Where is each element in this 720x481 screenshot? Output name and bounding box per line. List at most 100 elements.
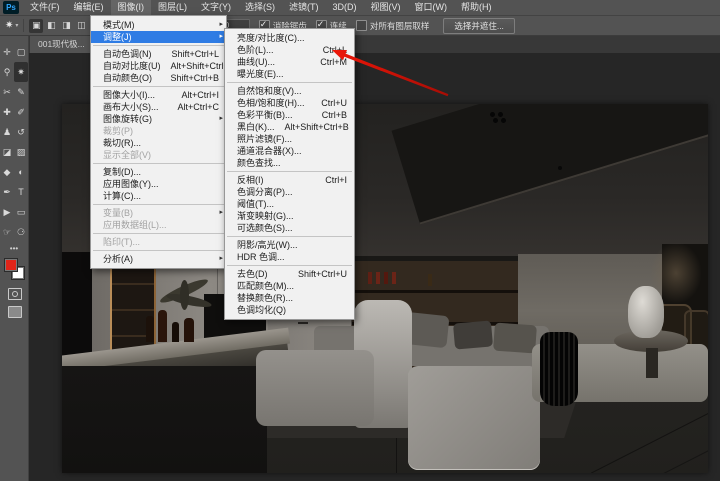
adjustments-submenu-item[interactable]: 自然饱和度(V)... ▸ [225, 85, 354, 97]
quick-mask-icon[interactable] [8, 288, 22, 300]
adjustments-submenu-item[interactable]: 去色(D) Shift+Ctrl+U ▸ [225, 268, 354, 280]
scene-spotlight [493, 118, 498, 123]
adjustments-submenu-item[interactable]: 黑白(K)... Alt+Shift+Ctrl+B ▸ [225, 121, 354, 133]
lasso-tool-icon[interactable]: ⚲ [0, 62, 14, 82]
intersect-selection-icon[interactable]: ◫ [74, 19, 88, 33]
select-and-mask-button[interactable]: 选择并遮住... [443, 17, 515, 34]
image-menu-item[interactable]: 模式(M) ▸ [91, 19, 226, 31]
adjustments-submenu-item[interactable]: 色彩平衡(B)... Ctrl+B ▸ [225, 109, 354, 121]
adjustments-submenu-item[interactable]: 色调分离(P)... ▸ [225, 186, 354, 198]
screen-mode-icon[interactable] [8, 306, 22, 318]
image-menu-item[interactable]: 裁切(R)... ▸ [91, 137, 226, 149]
foreground-color-swatch[interactable] [4, 258, 18, 272]
photoshop-window: { "app": {"logo_text": "Ps"}, "menubar":… [0, 0, 720, 481]
zoom-tool-icon[interactable]: ⚆ [14, 222, 28, 242]
scene-spotlight [498, 112, 503, 117]
scene-plant-leaf [180, 280, 189, 310]
image-menu-item[interactable]: 分析(A) ▸ [91, 253, 226, 265]
adjustments-submenu-item[interactable]: HDR 色调... ▸ [225, 251, 354, 263]
image-menu-item[interactable]: 自动颜色(O) Shift+Ctrl+B ▸ [91, 72, 226, 84]
adjustments-submenu-item[interactable]: 阴影/高光(W)... ▸ [225, 239, 354, 251]
blur-tool-icon[interactable]: ◆ [0, 162, 14, 182]
magic-wand-tool-icon[interactable]: ✷ [14, 62, 28, 82]
crop-tool-icon[interactable]: ✂ [0, 82, 14, 102]
adjustments-submenu-item[interactable]: 通道混合器(X)... ▸ [225, 145, 354, 157]
menubar-item[interactable]: 3D(D) [326, 0, 364, 15]
adjustments-submenu-item[interactable]: 渐变映射(G)... ▸ [225, 210, 354, 222]
adjustments-submenu-item[interactable]: 可选颜色(S)... ▸ [225, 222, 354, 234]
move-tool-icon[interactable]: ✛ [0, 42, 14, 62]
shape-tool-icon[interactable]: ▭ [14, 202, 28, 222]
scene-sofa-pillow [493, 322, 537, 354]
image-menu-item[interactable]: 画布大小(S)... Alt+Ctrl+C ▸ [91, 101, 226, 113]
photoshop-logo-icon: Ps [3, 1, 19, 14]
image-menu-item[interactable]: 裁剪(P) ▸ [91, 125, 226, 137]
adjustments-submenu-item[interactable]: 反相(I) Ctrl+I ▸ [225, 174, 354, 186]
edit-toolbar-icon[interactable]: ••• [0, 244, 28, 253]
adjustments-submenu-item[interactable]: 色阶(L)... Ctrl+L ▸ [225, 44, 354, 56]
tools-grid: ✛ ▢ ⚲ ✷ ✂ ✎ ✚ ✐ ♟ ↺ ◪ ▨ ◆ ◐ ✒ T ▶ ▭ ☞ ⚆ [0, 42, 28, 242]
image-menu-item[interactable]: 复制(D)... ▸ [91, 166, 226, 178]
path-select-tool-icon[interactable]: ▶ [0, 202, 14, 222]
menubar-item[interactable]: 滤镜(T) [282, 0, 326, 15]
pen-tool-icon[interactable]: ✒ [0, 182, 14, 202]
menubar-item[interactable]: 图层(L) [151, 0, 194, 15]
menubar-item[interactable]: 编辑(E) [67, 0, 111, 15]
adjustments-submenu-item[interactable]: 亮度/对比度(C)... ▸ [225, 32, 354, 44]
menubar-item[interactable]: 文字(Y) [194, 0, 238, 15]
adjustments-submenu-item[interactable]: 照片滤镜(F)... ▸ [225, 133, 354, 145]
adjustments-submenu: 亮度/对比度(C)... ▸ 色阶(L)... Ctrl+L ▸ 曲线(U)..… [224, 28, 355, 320]
image-menu-item[interactable]: 变量(B) ▸ [91, 207, 226, 219]
new-selection-icon[interactable]: ▣ [29, 18, 44, 33]
healing-brush-tool-icon[interactable]: ✚ [0, 102, 14, 122]
adjustments-submenu-item[interactable]: 匹配颜色(M)... ▸ [225, 280, 354, 292]
eraser-tool-icon[interactable]: ◪ [0, 142, 14, 162]
type-tool-icon[interactable]: T [14, 182, 28, 202]
adjustments-submenu-item[interactable]: 曝光度(E)... ▸ [225, 68, 354, 80]
scene-sofa-ottoman [408, 366, 540, 470]
eyedropper-tool-icon[interactable]: ✎ [14, 82, 28, 102]
image-menu-item[interactable]: 图像旋转(G) ▸ [91, 113, 226, 125]
add-selection-icon[interactable]: ◧ [44, 19, 58, 33]
dodge-tool-icon[interactable]: ◐ [14, 162, 28, 182]
image-menu-item[interactable]: 应用图像(Y)... ▸ [91, 178, 226, 190]
image-menu-item[interactable]: 自动对比度(U) Alt+Shift+Ctrl+L ▸ [91, 60, 234, 72]
magic-wand-option-icon[interactable]: ✷ ▾ [5, 20, 18, 31]
brush-tool-icon[interactable]: ✐ [14, 102, 28, 122]
scene-sofa-chaise [256, 350, 374, 426]
history-brush-tool-icon[interactable]: ↺ [14, 122, 28, 142]
menubar-item[interactable]: 视图(V) [364, 0, 408, 15]
menubar-item[interactable]: 文件(F) [23, 0, 67, 15]
menubar-item[interactable]: 帮助(H) [454, 0, 499, 15]
scene-ribbed-vase [540, 332, 578, 406]
image-menu-item[interactable]: 自动色调(N) Shift+Ctrl+L ▸ [91, 48, 226, 60]
subtract-selection-icon[interactable]: ◨ [59, 19, 73, 33]
image-menu: 模式(M) ▸ 调整(J) ▸ ▸ 自动色调(N) Shift+Ctrl+L ▸… [90, 15, 234, 269]
hand-tool-icon[interactable]: ☞ [0, 222, 14, 242]
image-menu-item[interactable]: 调整(J) ▸ [91, 31, 226, 43]
clone-stamp-tool-icon[interactable]: ♟ [0, 122, 14, 142]
scene-left-shadow-mass [62, 366, 267, 473]
menubar-item[interactable]: 窗口(W) [408, 0, 455, 15]
image-menu-item[interactable]: 显示全部(V) ▸ [91, 149, 226, 161]
gradient-tool-icon[interactable]: ▨ [14, 142, 28, 162]
menubar-items: 文件(F) 编辑(E) 图像(I) 图层(L) 文字(Y) 选择(S) 滤镜(T) 3D(D)… [23, 0, 499, 15]
marquee-tool-icon[interactable]: ▢ [14, 42, 28, 62]
adjustments-submenu-item[interactable]: 颜色查找... ▸ [225, 157, 354, 169]
adjustments-submenu-item[interactable]: 替换颜色(R)... ▸ [225, 292, 354, 304]
adjustments-submenu-item[interactable]: 阈值(T)... ▸ [225, 198, 354, 210]
image-menu-item[interactable]: 应用数据组(L)... ▸ [91, 219, 226, 231]
adjustments-submenu-item[interactable]: 曲线(U)... Ctrl+M ▸ [225, 56, 354, 68]
menubar-item[interactable]: 图像(I) [110, 0, 151, 15]
adjustments-submenu-item[interactable]: 色相/饱和度(H)... Ctrl+U ▸ [225, 97, 354, 109]
image-menu-item[interactable]: 图像大小(I)... Alt+Ctrl+I ▸ [91, 89, 226, 101]
scene-counter-bottle [158, 310, 167, 342]
selection-modes: ▣ ◧ ◨ ◫ [29, 18, 89, 33]
image-menu-item[interactable]: 陷印(T)... ▸ [91, 236, 226, 248]
scene-bottles-shelf [368, 272, 372, 284]
adjustments-submenu-item[interactable]: 色调均化(Q) ▸ [225, 304, 354, 316]
submenu-arrow-icon: ▸ [219, 33, 223, 40]
image-menu-item[interactable]: 计算(C)... ▸ [91, 190, 226, 202]
options-checkbox[interactable]: 对所有图层取样 [355, 20, 429, 32]
menubar-item[interactable]: 选择(S) [238, 0, 282, 15]
